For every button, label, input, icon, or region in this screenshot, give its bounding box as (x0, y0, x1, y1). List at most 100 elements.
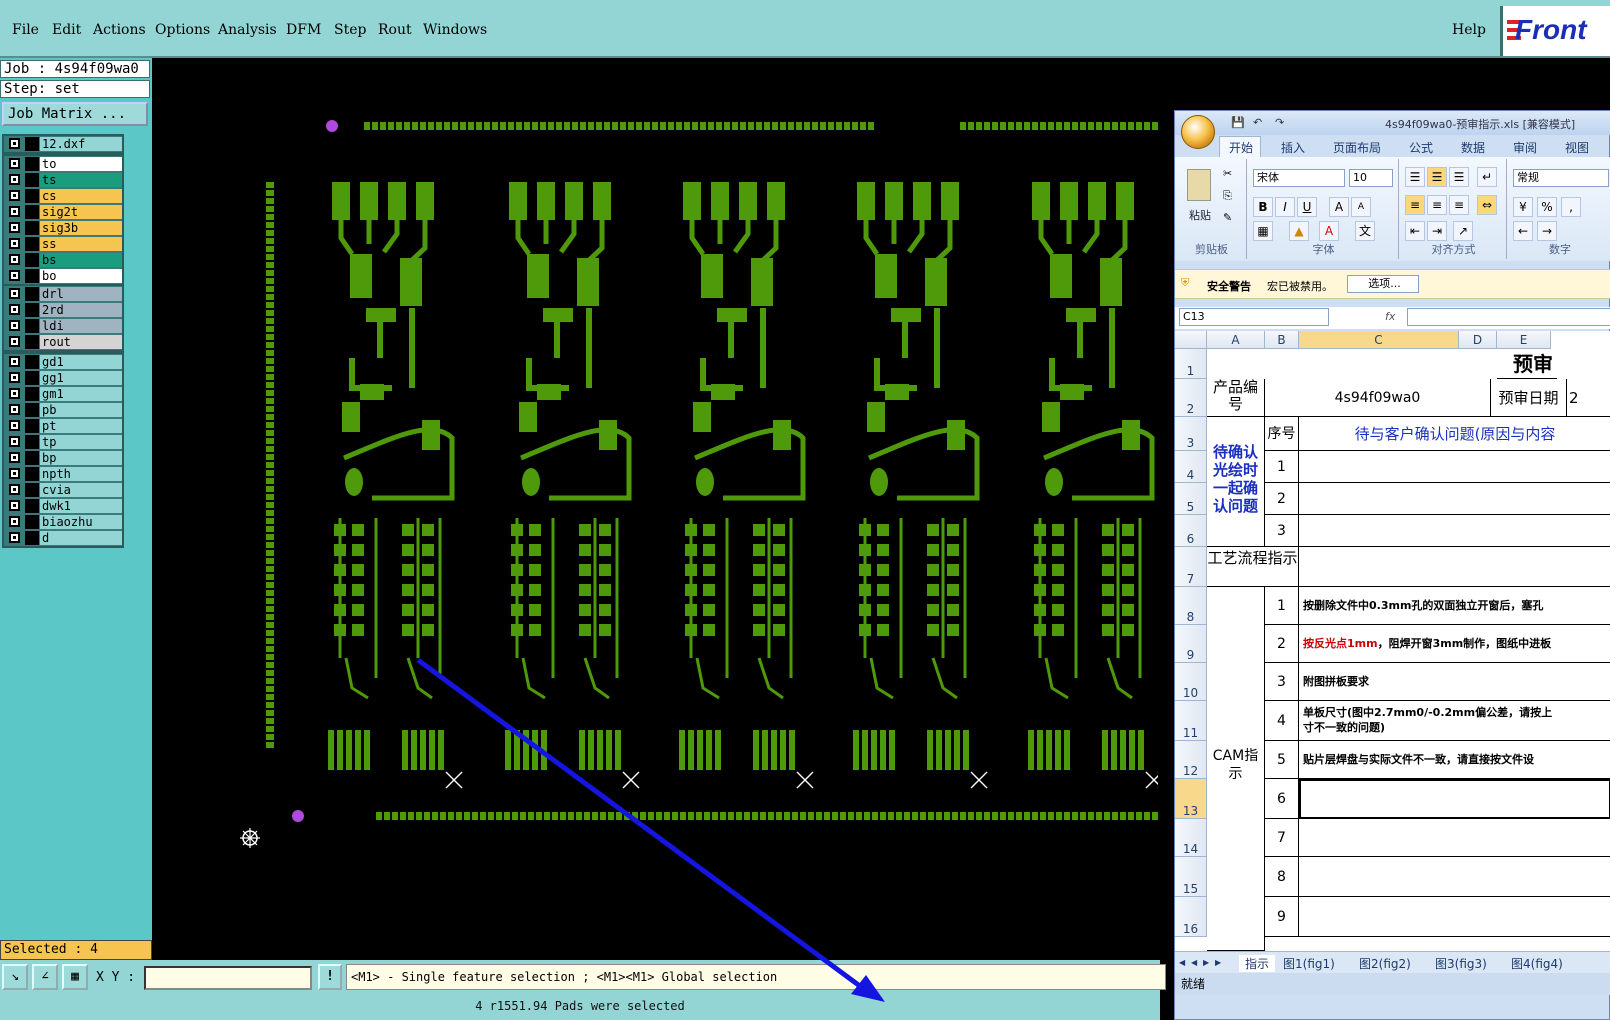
snap-icon[interactable]: ↘ (2, 964, 28, 990)
corner-cell[interactable] (1175, 331, 1207, 349)
layer-checkbox[interactable] (9, 516, 20, 527)
row-header[interactable]: 2 (1175, 379, 1207, 417)
layer-row-cvia[interactable]: cvia (4, 482, 122, 498)
number-format-select[interactable]: 常规 (1513, 169, 1609, 187)
shrink-font-icon[interactable]: A (1351, 197, 1371, 217)
row-header[interactable]: 16 (1175, 897, 1207, 937)
save-icon[interactable]: 💾 (1231, 116, 1245, 129)
layer-row-npth[interactable]: npth (4, 466, 122, 482)
layer-row-12-dxf[interactable]: 12.dxf (4, 136, 122, 152)
column-header[interactable]: D (1459, 331, 1497, 349)
bold-icon[interactable]: B (1253, 197, 1273, 217)
paste-icon[interactable] (1187, 169, 1211, 201)
layer-row-biaozhu[interactable]: biaozhu (4, 514, 122, 530)
percent-icon[interactable]: % (1537, 197, 1557, 217)
layer-row-cs[interactable]: cs (4, 188, 122, 204)
layer-name[interactable]: ss (40, 237, 122, 251)
indent-increase-icon[interactable]: ⇥ (1427, 221, 1447, 241)
cam-instruction[interactable] (1299, 897, 1610, 937)
align-top-icon[interactable]: ☰ (1405, 167, 1425, 187)
layer-affected-toggle[interactable] (25, 137, 39, 151)
cam-instruction[interactable]: 单板尺寸(图中2.7mm0/-0.2mm偏公差，请按上 寸不一致的问题) (1299, 701, 1610, 741)
layer-checkbox[interactable] (9, 138, 20, 149)
layer-checkbox[interactable] (9, 158, 20, 169)
font-color-icon[interactable]: A (1319, 221, 1339, 241)
layer-name[interactable]: gm1 (40, 387, 122, 401)
layer-checkbox[interactable] (9, 288, 20, 299)
align-center-icon[interactable]: ≡ (1427, 195, 1447, 215)
layer-row-ts[interactable]: ts (4, 172, 122, 188)
font-size-select[interactable]: 10 (1349, 169, 1393, 187)
tab-view[interactable]: 视图 (1565, 139, 1589, 156)
row-header[interactable]: 8 (1175, 587, 1207, 625)
layer-name[interactable]: 12.dxf (40, 137, 122, 151)
layer-checkbox[interactable] (9, 254, 20, 265)
layer-row-bp[interactable]: bp (4, 450, 122, 466)
orientation-icon[interactable]: ↗ (1453, 221, 1473, 241)
layer-row-pb[interactable]: pb (4, 402, 122, 418)
column-header[interactable]: B (1265, 331, 1299, 349)
layer-affected-toggle[interactable] (25, 237, 39, 251)
layer-affected-toggle[interactable] (25, 189, 39, 203)
layer-affected-toggle[interactable] (25, 303, 39, 317)
tab-home[interactable]: 开始 (1229, 139, 1253, 156)
column-header[interactable]: E (1497, 331, 1551, 349)
layer-name[interactable]: bp (40, 451, 122, 465)
redo-icon[interactable]: ↷ (1275, 116, 1284, 129)
layer-name[interactable]: biaozhu (40, 515, 122, 529)
layer-row-ldi[interactable]: ldi (4, 318, 122, 334)
layer-row-2rd[interactable]: 2rd (4, 302, 122, 318)
layer-row-to[interactable]: to (4, 156, 122, 172)
menu-help[interactable]: Help (1452, 22, 1486, 38)
column-header[interactable]: C (1299, 331, 1459, 349)
layer-checkbox[interactable] (9, 356, 20, 367)
cut-icon[interactable]: ✂ (1223, 167, 1232, 180)
undo-icon[interactable]: ↶ (1253, 116, 1262, 129)
layer-affected-toggle[interactable] (25, 355, 39, 369)
layer-row-dwk1[interactable]: dwk1 (4, 498, 122, 514)
pcb-canvas[interactable] (152, 58, 1158, 960)
sheet-tab[interactable]: 图4(fig4) (1511, 955, 1563, 972)
fill-color-icon[interactable]: ▲ (1289, 221, 1309, 241)
confirm-content[interactable] (1299, 515, 1610, 547)
layer-checkbox[interactable] (9, 484, 20, 495)
column-header[interactable]: A (1207, 331, 1265, 349)
layer-checkbox[interactable] (9, 420, 20, 431)
layer-row-pt[interactable]: pt (4, 418, 122, 434)
layer-name[interactable]: bo (40, 269, 122, 283)
align-middle-icon[interactable]: ☰ (1427, 167, 1447, 187)
layer-row-gd1[interactable]: gd1 (4, 354, 122, 370)
layer-row-ss[interactable]: ss (4, 236, 122, 252)
tab-review[interactable]: 审阅 (1513, 139, 1537, 156)
layer-row-rout[interactable]: rout (4, 334, 122, 350)
cam-instruction[interactable] (1299, 857, 1610, 897)
layer-row-drl[interactable]: drl (4, 286, 122, 302)
layer-name[interactable]: ts (40, 173, 122, 187)
tab-formula[interactable]: 公式 (1409, 139, 1433, 156)
tab-insert[interactable]: 插入 (1281, 139, 1305, 156)
cam-instruction[interactable] (1299, 819, 1610, 857)
layer-name[interactable]: drl (40, 287, 122, 301)
sheet-tab[interactable]: 图1(fig1) (1283, 955, 1335, 972)
layer-row-bo[interactable]: bo (4, 268, 122, 284)
align-bottom-icon[interactable]: ☰ (1449, 167, 1469, 187)
options-button[interactable]: 选项... (1347, 275, 1419, 293)
xy-input[interactable] (144, 966, 312, 990)
grid-icon[interactable]: ▦ (62, 964, 88, 990)
row-header[interactable]: 12 (1175, 741, 1207, 779)
tab-data[interactable]: 数据 (1461, 139, 1485, 156)
row-header[interactable]: 5 (1175, 483, 1207, 515)
layer-name[interactable]: cs (40, 189, 122, 203)
menu-actions[interactable]: Actions (93, 22, 146, 38)
layer-checkbox[interactable] (9, 372, 20, 383)
grow-font-icon[interactable]: A (1329, 197, 1349, 217)
sheet-nav-icon[interactable]: ▶ (1203, 958, 1209, 967)
comma-icon[interactable]: , (1561, 197, 1581, 217)
sheet-tab[interactable]: 图2(fig2) (1359, 955, 1411, 972)
layer-affected-toggle[interactable] (25, 387, 39, 401)
font-name-select[interactable]: 宋体 (1253, 169, 1345, 187)
layer-row-tp[interactable]: tp (4, 434, 122, 450)
layer-name[interactable]: sig3b (40, 221, 122, 235)
confirm-content[interactable] (1299, 483, 1610, 515)
layer-affected-toggle[interactable] (25, 435, 39, 449)
